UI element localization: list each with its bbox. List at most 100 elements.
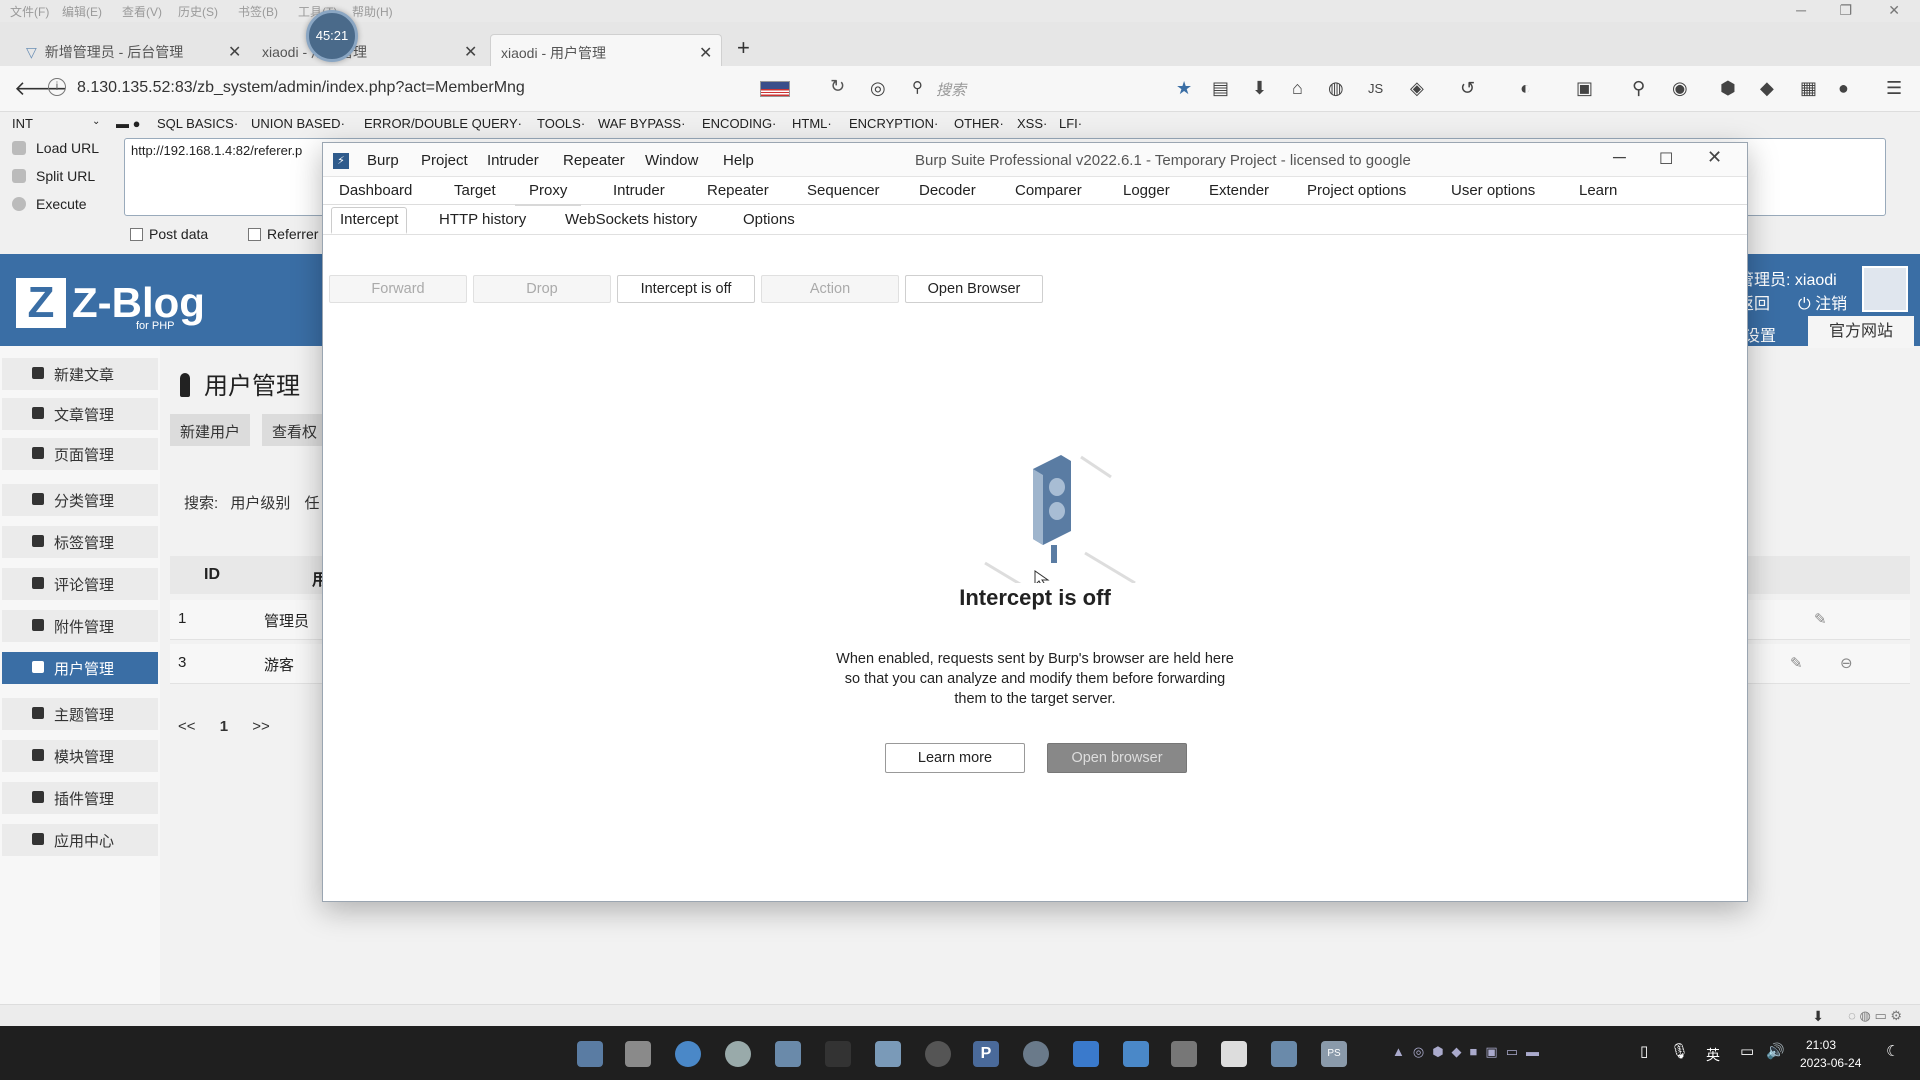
burp-menu-intruder[interactable]: Intruder — [487, 152, 539, 169]
close-icon[interactable]: ✕ — [1888, 2, 1900, 19]
app-icon[interactable] — [1123, 1041, 1149, 1067]
hackbar-menu-tools[interactable]: TOOLS· — [537, 116, 585, 131]
menu-bookmarks[interactable]: 书签(B) — [238, 3, 278, 20]
hackbar-menu-encryption[interactable]: ENCRYPTION· — [849, 116, 938, 131]
app-icon[interactable] — [825, 1041, 851, 1067]
proxy-icon[interactable]: ◐ — [1520, 78, 1531, 99]
search-input[interactable]: 搜索 — [936, 79, 966, 100]
tab-sequencer[interactable]: Sequencer — [807, 182, 880, 199]
menu-edit[interactable]: 编辑(E) — [62, 3, 102, 20]
world-icon[interactable]: ◉ — [1672, 78, 1688, 99]
sidebar-item-users[interactable]: 用户管理 — [2, 652, 158, 684]
app-icon[interactable] — [1023, 1041, 1049, 1067]
reading-list-icon[interactable]: ▤ — [1212, 78, 1229, 99]
clock-time[interactable]: 21:03 — [1806, 1038, 1836, 1052]
avatar[interactable] — [1862, 266, 1908, 312]
burp-suite-icon[interactable] — [1221, 1041, 1247, 1067]
addon-icon[interactable]: ◈ — [1410, 78, 1424, 99]
intercept-toggle-button[interactable]: Intercept is off — [617, 275, 755, 303]
hackbar-menu-xss[interactable]: XSS· — [1017, 116, 1047, 131]
load-url-button[interactable]: Load URL — [12, 140, 99, 156]
zblog-official-site-link[interactable]: 官方网站 — [1808, 316, 1914, 348]
hackbar-menu-html[interactable]: HTML· — [792, 116, 832, 131]
hackbar-menu-waf[interactable]: WAF BYPASS· — [598, 116, 685, 131]
menu-history[interactable]: 历史(S) — [178, 3, 218, 20]
app-icon[interactable] — [1271, 1041, 1297, 1067]
sidebar-item-themes[interactable]: 主题管理 — [2, 698, 158, 730]
tab-logger[interactable]: Logger — [1123, 182, 1170, 199]
sidebar-item-articles[interactable]: 文章管理 — [2, 398, 158, 430]
hackbar-toggle-icon[interactable]: ▬ ● — [116, 116, 140, 131]
app-icon[interactable] — [1171, 1041, 1197, 1067]
view-permissions-button[interactable]: 查看权 — [262, 414, 328, 446]
volume-icon[interactable]: 🔊 — [1766, 1042, 1785, 1060]
menu-file[interactable]: 文件(F) — [10, 3, 49, 20]
pager-current[interactable]: 1 — [220, 718, 228, 735]
minimize-icon[interactable]: ─ — [1613, 147, 1626, 168]
open-browser-button[interactable]: Open Browser — [905, 275, 1043, 303]
tab-close-icon[interactable]: ✕ — [699, 43, 712, 63]
zblog-logout-link[interactable]: ⏻ 注销 — [1798, 290, 1847, 314]
menu-help[interactable]: 帮助(H) — [352, 3, 393, 20]
burp-menu-window[interactable]: Window — [645, 152, 698, 169]
tab-comparer[interactable]: Comparer — [1015, 182, 1082, 199]
forward-button[interactable]: Forward — [329, 275, 467, 303]
reload-icon[interactable]: ↻ — [830, 76, 845, 97]
edit-icon[interactable]: ✎ — [1790, 654, 1803, 672]
notification-icon[interactable]: ☾ — [1886, 1042, 1899, 1060]
sidebar-item-plugins[interactable]: 插件管理 — [2, 782, 158, 814]
profile-addon-icon[interactable]: ● — [1838, 78, 1849, 99]
refresh-addon-icon[interactable]: ↺ — [1460, 78, 1475, 99]
burp-menu-project[interactable]: Project — [421, 152, 468, 169]
user-level-select[interactable]: 任 — [305, 495, 320, 512]
download-status-icon[interactable]: ⬇ — [1812, 1008, 1824, 1025]
zblog-settings-link[interactable]: 设置 — [1744, 322, 1776, 346]
tab-repeater[interactable]: Repeater — [707, 182, 769, 199]
globe-icon[interactable]: ◍ — [1328, 78, 1344, 99]
hackbar-select[interactable]: INT — [12, 116, 33, 131]
action-button[interactable]: Action — [761, 275, 899, 303]
hackbar-menu-error[interactable]: ERROR/DOUBLE QUERY· — [364, 116, 522, 131]
menu-view[interactable]: 查看(V) — [122, 3, 162, 20]
sidebar-item-comments[interactable]: 评论管理 — [2, 568, 158, 600]
hackbar-menu-lfi[interactable]: LFI· — [1059, 116, 1082, 131]
tab-options[interactable]: Options — [743, 211, 795, 228]
extension-icon[interactable]: ▦ — [1800, 78, 1817, 99]
open-browser-button-secondary[interactable]: Open browser — [1047, 743, 1187, 773]
tab-proxy[interactable]: Proxy — [515, 177, 582, 206]
drop-button[interactable]: Drop — [473, 275, 611, 303]
browser-tab[interactable]: xiaodi - 用户管理 ✕ — [262, 34, 482, 66]
split-url-button[interactable]: Split URL — [12, 168, 95, 184]
execute-button[interactable]: Execute — [12, 196, 87, 212]
burp-menu-repeater[interactable]: Repeater — [563, 152, 625, 169]
input-language-indicator[interactable]: 英 — [1706, 1045, 1720, 1065]
sidebar-item-tags[interactable]: 标签管理 — [2, 526, 158, 558]
pycharm-icon[interactable]: P — [973, 1041, 999, 1067]
tab-close-icon[interactable]: ✕ — [228, 42, 241, 62]
battery-icon[interactable]: ▯ — [1640, 1042, 1648, 1060]
tab-learn[interactable]: Learn — [1579, 182, 1617, 199]
info-icon[interactable]: i — [48, 78, 66, 96]
tab-close-icon[interactable]: ✕ — [464, 42, 477, 62]
delete-icon[interactable]: ⊖ — [1840, 654, 1853, 672]
hamburger-menu-icon[interactable]: ☰ — [1886, 78, 1902, 99]
app-icon[interactable] — [875, 1041, 901, 1067]
wappalyzer-icon[interactable]: ◆ — [1760, 78, 1774, 99]
new-tab-icon[interactable]: + — [737, 35, 750, 61]
burp-menu-burp[interactable]: Burp — [367, 152, 399, 169]
statusbar-addons-icon[interactable]: ◌ ◍ ▭ ⚙ — [1848, 1008, 1902, 1024]
tab-user-options[interactable]: User options — [1451, 182, 1535, 199]
zoom-icon[interactable]: ⚲ — [1632, 78, 1645, 99]
tray-icons[interactable]: ▲◎⬢◆■▣▭▬ — [1392, 1044, 1547, 1060]
address-bar[interactable]: 8.130.135.52:83/zb_system/admin/index.ph… — [77, 79, 525, 97]
minimize-icon[interactable]: ─ — [1796, 2, 1806, 18]
sidebar-item-new-article[interactable]: 新建文章 — [2, 358, 158, 390]
pager-prev[interactable]: << — [178, 718, 196, 735]
burp-menu-help[interactable]: Help — [723, 152, 754, 169]
tab-target[interactable]: Target — [454, 182, 496, 199]
maximize-icon[interactable]: ☐ — [1659, 149, 1673, 169]
microphone-icon[interactable]: 🎙 — [1670, 1042, 1689, 1060]
tab-http-history[interactable]: HTTP history — [439, 211, 526, 228]
file-explorer-icon[interactable] — [625, 1041, 651, 1067]
tab-websockets-history[interactable]: WebSockets history — [565, 211, 697, 228]
